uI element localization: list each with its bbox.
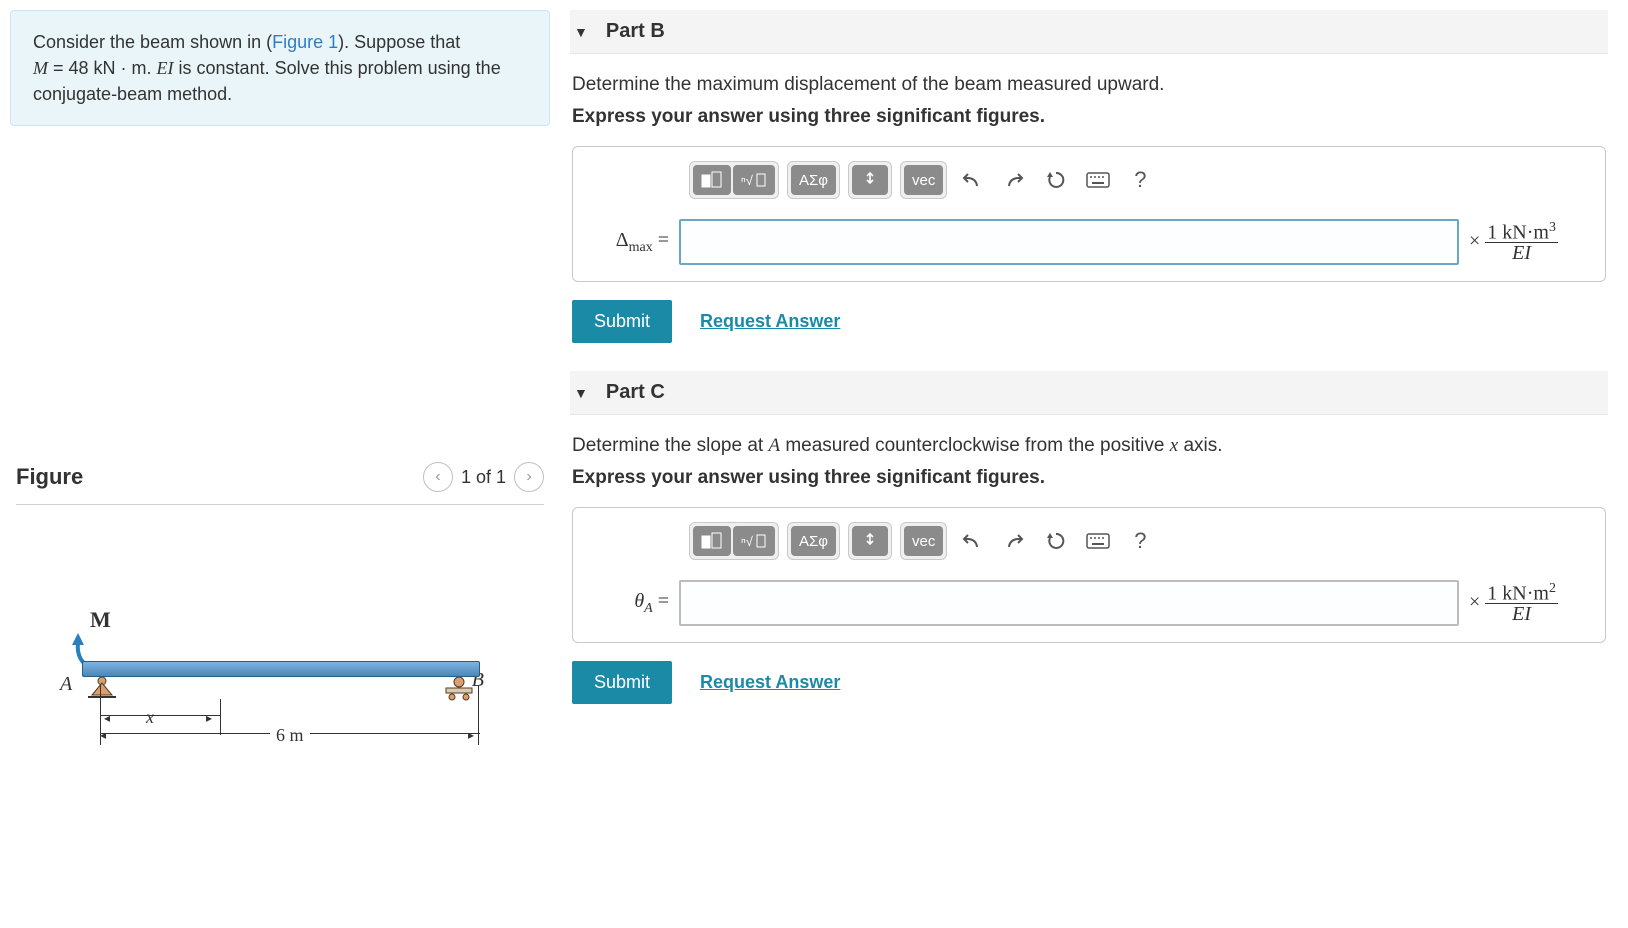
roller-support-icon — [444, 677, 474, 701]
caret-down-icon: ▼ — [574, 385, 588, 401]
figure-link[interactable]: Figure 1 — [272, 32, 338, 52]
problem-text: Consider the beam shown in ( — [33, 32, 272, 52]
redo-button[interactable] — [997, 526, 1031, 556]
radical-button[interactable]: ⁿ√ — [733, 165, 775, 195]
part-b-units: × 1 kN·m3EI — [1469, 221, 1589, 264]
greek-button[interactable]: ΑΣφ — [791, 165, 836, 195]
undo-button[interactable] — [955, 526, 989, 556]
caret-down-icon: ▼ — [574, 24, 588, 40]
reset-button[interactable] — [1039, 526, 1073, 556]
figure-counter: 1 of 1 — [461, 467, 506, 488]
svg-text:ⁿ√: ⁿ√ — [741, 534, 754, 549]
part-b-title: Part B — [606, 20, 665, 43]
part-b-input-block: ⁿ√ ΑΣφ vec — [572, 146, 1606, 282]
vector-button[interactable]: vec — [904, 526, 943, 556]
part-b-description: Determine the maximum displacement of th… — [572, 74, 1606, 96]
subscript-button[interactable] — [852, 165, 888, 195]
undo-button[interactable] — [955, 165, 989, 195]
part-b-variable: Δmax = — [589, 229, 669, 256]
part-b-header[interactable]: ▼ Part B — [570, 10, 1608, 54]
figure-title: Figure — [16, 464, 83, 490]
part-c-submit-button[interactable]: Submit — [572, 661, 672, 704]
keyboard-button[interactable] — [1081, 165, 1115, 195]
part-b-hint: Express your answer using three signific… — [572, 106, 1606, 128]
part-b-request-answer-link[interactable]: Request Answer — [700, 311, 840, 332]
part-c-answer-input[interactable] — [679, 580, 1459, 626]
part-c-units: × 1 kN·m2EI — [1469, 582, 1589, 625]
svg-text:ⁿ√: ⁿ√ — [741, 173, 754, 188]
help-button[interactable]: ? — [1123, 526, 1157, 556]
part-c-header[interactable]: ▼ Part C — [570, 371, 1608, 415]
greek-button[interactable]: ΑΣφ — [791, 526, 836, 556]
template-button[interactable] — [693, 165, 731, 195]
beam-diagram: M A B — [60, 615, 480, 765]
part-c-hint: Express your answer using three signific… — [572, 467, 1606, 489]
keyboard-button[interactable] — [1081, 526, 1115, 556]
problem-statement: Consider the beam shown in (Figure 1). S… — [10, 10, 550, 126]
figure-prev-button[interactable]: ‹ — [423, 462, 453, 492]
subscript-button[interactable] — [852, 526, 888, 556]
redo-button[interactable] — [997, 165, 1031, 195]
part-c-description: Determine the slope at A measured counte… — [572, 435, 1606, 457]
part-c-variable: θA = — [589, 590, 669, 617]
pin-support-icon — [88, 677, 116, 699]
part-c-title: Part C — [606, 381, 665, 404]
part-b-submit-button[interactable]: Submit — [572, 300, 672, 343]
vector-button[interactable]: vec — [904, 165, 943, 195]
figure-next-button[interactable]: › — [514, 462, 544, 492]
part-c-request-answer-link[interactable]: Request Answer — [700, 672, 840, 693]
part-c-input-block: ⁿ√ ΑΣφ vec — [572, 507, 1606, 643]
help-button[interactable]: ? — [1123, 165, 1157, 195]
beam-bar — [82, 661, 480, 677]
radical-button[interactable]: ⁿ√ — [733, 526, 775, 556]
template-button[interactable] — [693, 526, 731, 556]
part-b-answer-input[interactable] — [679, 219, 1459, 265]
reset-button[interactable] — [1039, 165, 1073, 195]
